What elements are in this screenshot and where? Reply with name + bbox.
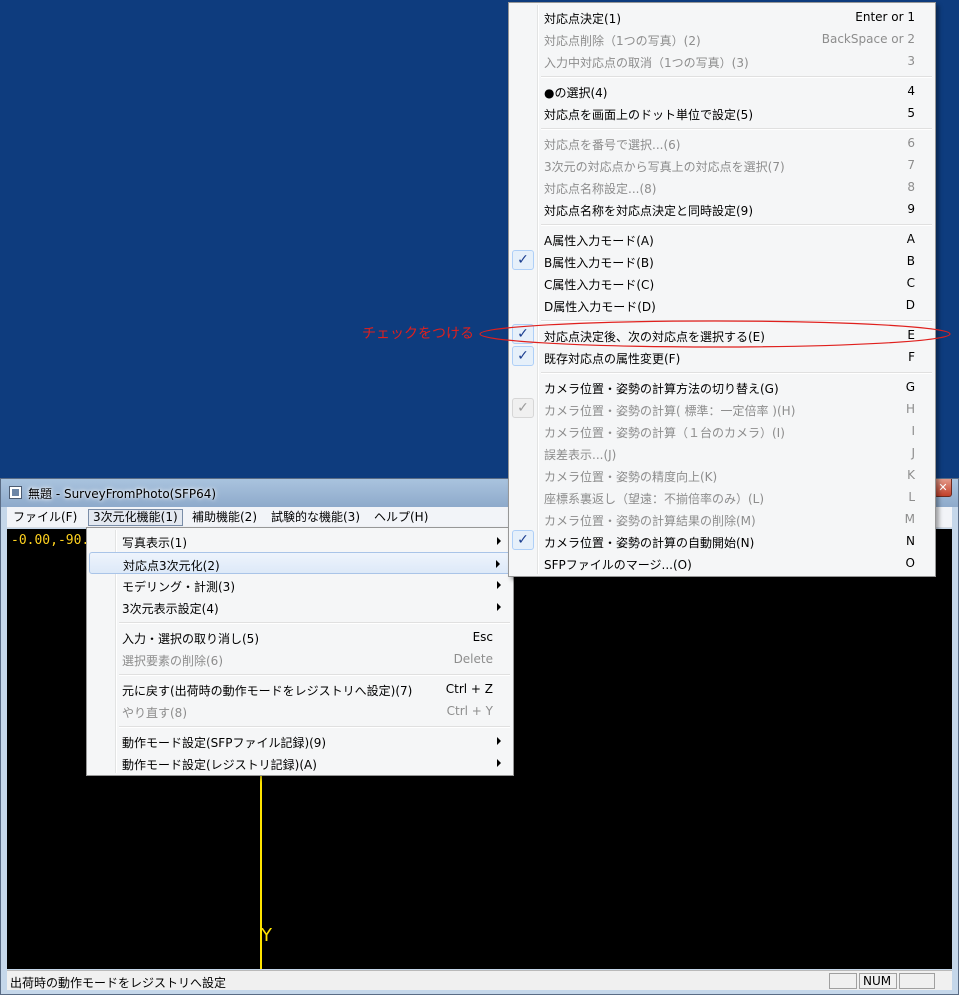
menu-item-redo[interactable]: やり直す(8) Ctrl + Y xyxy=(89,700,511,722)
menu-item-attr-d-mode[interactable]: D属性入力モード(D) D xyxy=(511,294,933,316)
menu-3d-functions[interactable]: 3次元化機能(1) xyxy=(88,509,183,526)
menu-item-photo-display[interactable]: 写真表示(1) xyxy=(89,530,511,552)
menu-item-attr-c-mode[interactable]: C属性入力モード(C) C xyxy=(511,272,933,294)
menu-experimental-functions[interactable]: 試験的な機能(3) xyxy=(267,509,364,526)
menu-item-delete-camera-results[interactable]: カメラ位置・姿勢の計算結果の削除(M) M xyxy=(511,508,933,530)
menu-item-mode-registry[interactable]: 動作モード設定(レジストリ記録)(A) xyxy=(89,752,511,774)
checkmark-icon: ✓ xyxy=(512,250,534,270)
submenu-point-3d: 対応点決定(1) Enter or 1 対応点削除（1つの写真）(2) Back… xyxy=(508,2,936,577)
submenu-arrow-icon xyxy=(497,737,501,745)
window-title: 無題 - SurveyFromPhoto(SFP64) xyxy=(28,487,217,501)
y-axis-label: Y xyxy=(261,925,272,946)
checkmark-icon: ✓ xyxy=(512,530,534,550)
menu-item-select-from-3d[interactable]: 3次元の対応点から写真上の対応点を選択(7) 7 xyxy=(511,154,933,176)
menu-item-merge-sfp[interactable]: SFPファイルのマージ...(O) O xyxy=(511,552,933,574)
menu-item-cancel-point-input[interactable]: 入力中対応点の取消（1つの写真）(3) 3 xyxy=(511,50,933,72)
menu-item-select-dot[interactable]: ●の選択(4) 4 xyxy=(511,80,933,102)
menu-item-attr-b-mode[interactable]: ✓ B属性入力モード(B) B xyxy=(511,250,933,272)
menu-item-name-on-confirm[interactable]: 対応点名称を対応点決定と同時設定(9) 9 xyxy=(511,198,933,220)
menu-item-flip-coordinates[interactable]: 座標系裏返し（望遠：不揃倍率のみ）(L) L xyxy=(511,486,933,508)
menu-item-cancel-input[interactable]: 入力・選択の取り消し(5) Esc xyxy=(89,626,511,648)
menu-separator xyxy=(541,76,932,78)
menu-item-modeling[interactable]: モデリング・計測(3) xyxy=(89,574,511,596)
menu-item-select-by-number[interactable]: 対応点を番号で選択...(6) 6 xyxy=(511,132,933,154)
status-panel-empty xyxy=(829,973,857,989)
menu-item-attr-a-mode[interactable]: A属性入力モード(A) A xyxy=(511,228,933,250)
menu-item-3d-display-settings[interactable]: 3次元表示設定(4) xyxy=(89,596,511,618)
menu-item-delete-selected[interactable]: 選択要素の削除(6) Delete xyxy=(89,648,511,670)
status-panel-num: NUM xyxy=(859,973,897,989)
menu-item-point-name-settings[interactable]: 対応点名称設定...(8) 8 xyxy=(511,176,933,198)
menu-item-confirm-point[interactable]: 対応点決定(1) Enter or 1 xyxy=(511,6,933,28)
submenu-arrow-icon xyxy=(497,759,501,767)
menu-separator xyxy=(541,224,932,226)
menu-item-auto-camera-calc[interactable]: ✓ カメラ位置・姿勢の計算の自動開始(N) N xyxy=(511,530,933,552)
status-bar: 出荷時の動作モードをレジストリへ設定 NUM xyxy=(7,970,952,990)
menu-file[interactable]: ファイル(F) xyxy=(9,509,81,526)
close-button[interactable]: ✕ xyxy=(934,479,952,497)
annotation-ellipse xyxy=(479,320,951,348)
menu-separator xyxy=(119,622,510,624)
menu-assist-functions[interactable]: 補助機能(2) xyxy=(188,509,261,526)
menu-item-undo[interactable]: 元に戻す(出荷時の動作モードをレジストリへ設定)(7) Ctrl + Z xyxy=(89,678,511,700)
coordinate-readout: -0.00,-90. xyxy=(11,533,90,548)
submenu-arrow-icon xyxy=(496,560,500,568)
app-icon[interactable] xyxy=(9,486,22,499)
submenu-arrow-icon xyxy=(497,581,501,589)
menu-item-camera-calc-standard[interactable]: ✓ カメラ位置・姿勢の計算( 標準：一定倍率 )(H) H xyxy=(511,398,933,420)
menu-item-camera-accuracy[interactable]: カメラ位置・姿勢の精度向上(K) K xyxy=(511,464,933,486)
annotation-text: チェックをつける xyxy=(362,326,474,342)
status-text: 出荷時の動作モードをレジストリへ設定 xyxy=(10,976,227,990)
menu-item-switch-camera-calc[interactable]: カメラ位置・姿勢の計算方法の切り替え(G) G xyxy=(511,376,933,398)
menu-item-mode-sfp-file[interactable]: 動作モード設定(SFPファイル記録)(9) xyxy=(89,730,511,752)
menu-item-point-3d[interactable]: 対応点3次元化(2) xyxy=(89,552,511,574)
menu-help[interactable]: ヘルプ(H) xyxy=(370,509,432,526)
menu-item-error-display[interactable]: 誤差表示...(J) J xyxy=(511,442,933,464)
menu-item-delete-point[interactable]: 対応点削除（1つの写真）(2) BackSpace or 2 xyxy=(511,28,933,50)
status-panel-scroll xyxy=(899,973,935,989)
menu-separator xyxy=(119,674,510,676)
menu-separator xyxy=(541,372,932,374)
submenu-arrow-icon xyxy=(497,537,501,545)
menu-item-camera-calc-single[interactable]: カメラ位置・姿勢の計算（１台のカメラ）(I) I xyxy=(511,420,933,442)
menu-item-set-point-pixel[interactable]: 対応点を画面上のドット単位で設定(5) 5 xyxy=(511,102,933,124)
submenu-arrow-icon xyxy=(497,603,501,611)
menu-separator xyxy=(541,128,932,130)
dropdown-menu-3d-functions: 写真表示(1) 対応点3次元化(2) モデリング・計測(3) 3次元表示設定(4… xyxy=(86,527,514,776)
checkmark-icon: ✓ xyxy=(512,398,534,418)
menu-separator xyxy=(119,726,510,728)
